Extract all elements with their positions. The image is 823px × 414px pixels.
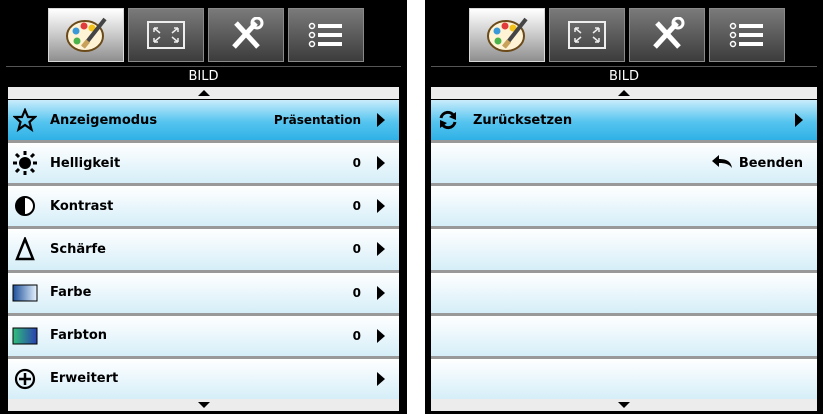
back-arrow-icon xyxy=(711,153,733,173)
arrow-down-icon xyxy=(618,402,630,408)
menu-item-kontrast[interactable]: Kontrast 0 xyxy=(8,186,399,230)
chevron-right-icon xyxy=(377,285,385,300)
sharpness-triangle-icon xyxy=(8,237,42,261)
menu-item-empty xyxy=(431,315,817,359)
menu-item-empty xyxy=(431,186,817,230)
screen-resize-icon xyxy=(550,9,624,61)
menu-item-value: 0 xyxy=(352,156,361,171)
tab-screen[interactable] xyxy=(549,8,625,62)
scroll-down-button[interactable] xyxy=(431,399,817,411)
menu-title: BILD xyxy=(431,66,817,87)
menu-item-label: Anzeigemodus xyxy=(50,112,158,128)
menu-item-farbe[interactable]: Farbe 0 xyxy=(8,272,399,316)
tab-picture[interactable] xyxy=(469,8,545,62)
tab-settings[interactable] xyxy=(629,8,705,62)
options-list-icon xyxy=(289,9,363,61)
chevron-right-icon xyxy=(377,156,385,171)
scroll-down-button[interactable] xyxy=(8,399,399,411)
menu-item-schaerfe[interactable]: Schärfe 0 xyxy=(8,229,399,273)
screen-resize-icon xyxy=(129,9,203,61)
menu-item-label: Schärfe xyxy=(50,241,106,257)
tab-bar xyxy=(48,8,364,62)
menu-title: BILD xyxy=(6,66,401,87)
options-list-icon xyxy=(710,9,784,61)
picture-palette-icon xyxy=(49,9,123,61)
chevron-right-icon xyxy=(377,328,385,343)
exit-button[interactable]: Beenden xyxy=(711,153,803,173)
tab-options[interactable] xyxy=(709,8,785,62)
arrow-down-icon xyxy=(197,402,210,408)
menu-item-beenden[interactable]: Beenden xyxy=(431,143,817,187)
menu-item-label: Farbe xyxy=(50,285,92,301)
menu-item-value: 0 xyxy=(352,285,361,300)
menu-item-label: Kontrast xyxy=(50,198,114,214)
chevron-right-icon xyxy=(377,113,385,128)
star-outline-icon xyxy=(8,108,42,133)
menu-item-value: Präsentation xyxy=(273,113,361,128)
menu-item-label: Helligkeit xyxy=(50,155,121,171)
menu-item-label: Farbton xyxy=(50,328,108,344)
tint-gradient-icon xyxy=(8,327,42,345)
menu-item-value: 0 xyxy=(352,242,361,257)
tab-settings[interactable] xyxy=(208,8,284,62)
menu-item-anzeigemodus[interactable]: Anzeigemodus Präsentation xyxy=(8,100,399,144)
menu-list: Zurücksetzen Beenden xyxy=(431,100,817,399)
settings-tools-icon xyxy=(209,9,283,61)
tab-bar xyxy=(469,8,785,62)
menu-item-value: 0 xyxy=(352,199,361,214)
tab-picture[interactable] xyxy=(48,8,124,62)
chevron-right-icon xyxy=(377,199,385,214)
menu-item-value: 0 xyxy=(352,328,361,343)
menu-item-farbton[interactable]: Farbton 0 xyxy=(8,315,399,359)
contrast-half-circle-icon xyxy=(8,195,42,217)
arrow-up-icon xyxy=(618,90,630,96)
brightness-sun-icon xyxy=(8,151,42,176)
menu-item-label: Zurücksetzen xyxy=(473,112,573,128)
exit-label: Beenden xyxy=(738,155,803,171)
menu-list: Anzeigemodus Präsentation Helligkeit 0 K… xyxy=(8,100,399,399)
menu-item-zuruecksetzen[interactable]: Zurücksetzen xyxy=(431,100,817,144)
osd-panel-picture-reset: BILD Zurücksetzen Beenden xyxy=(425,0,823,414)
tab-screen[interactable] xyxy=(128,8,204,62)
scroll-up-button[interactable] xyxy=(431,87,817,99)
menu-item-empty xyxy=(431,272,817,316)
tab-options[interactable] xyxy=(288,8,364,62)
arrow-up-icon xyxy=(197,90,210,96)
chevron-right-icon xyxy=(377,242,385,257)
scroll-up-button[interactable] xyxy=(8,87,399,99)
plus-circle-icon xyxy=(8,368,42,390)
menu-item-helligkeit[interactable]: Helligkeit 0 xyxy=(8,143,399,187)
menu-item-erweitert[interactable]: Erweitert xyxy=(8,358,399,399)
menu-item-empty xyxy=(431,358,817,399)
chevron-right-icon xyxy=(795,113,803,128)
color-gradient-icon xyxy=(8,284,42,302)
reset-arrows-icon xyxy=(431,109,465,131)
osd-panel-picture: BILD Anzeigemodus Präsentation Helligkei… xyxy=(0,0,407,414)
chevron-right-icon xyxy=(377,371,385,386)
picture-palette-icon xyxy=(470,9,544,61)
menu-item-label: Erweitert xyxy=(50,371,119,387)
menu-item-empty xyxy=(431,229,817,273)
settings-tools-icon xyxy=(630,9,704,61)
